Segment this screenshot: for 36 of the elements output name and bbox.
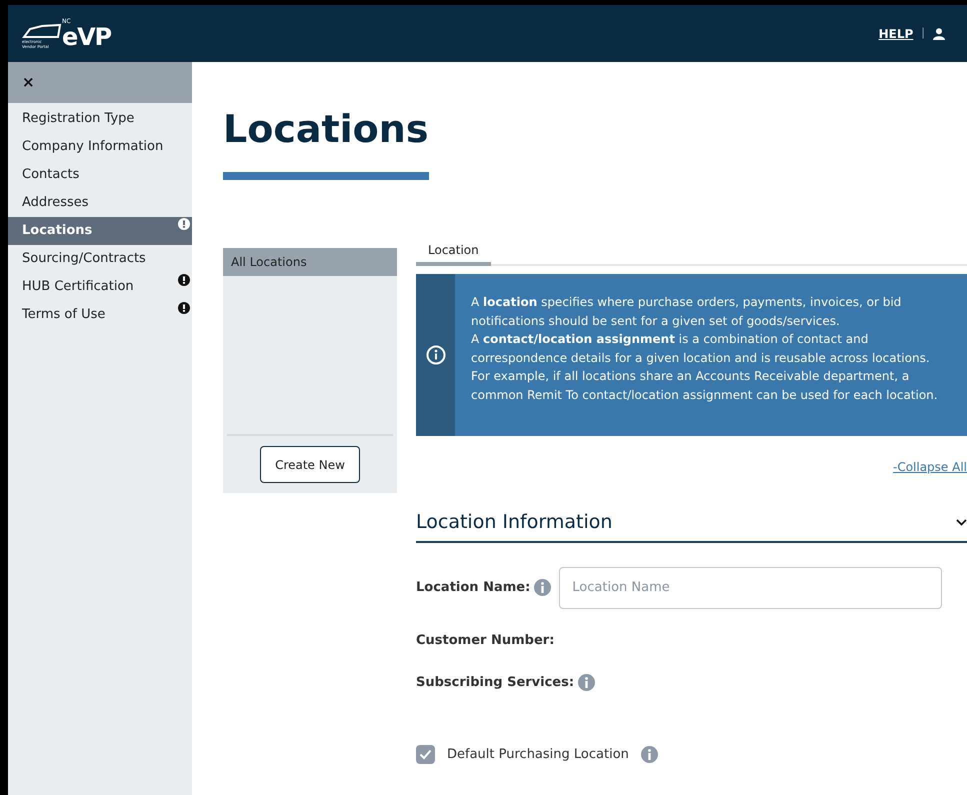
close-button[interactable]: × xyxy=(8,62,192,103)
sidebar-item[interactable]: HUB Certification xyxy=(8,273,192,301)
info-icon[interactable] xyxy=(534,579,552,596)
create-new-button[interactable]: Create New xyxy=(260,446,360,483)
alert-icon xyxy=(178,302,190,314)
sidebar-item[interactable]: Registration Type xyxy=(8,105,192,133)
sidebar-item[interactable]: Contacts xyxy=(8,161,192,189)
sidebar-item[interactable]: Sourcing/Contracts xyxy=(8,245,192,273)
user-icon[interactable] xyxy=(933,28,945,40)
field-label: Location Name: xyxy=(416,578,530,597)
logo-mark: eVP xyxy=(62,25,111,49)
alert-icon xyxy=(178,274,190,286)
info-text: A contact/location assignment is a combination of contact and correspondence details for a given location and is reusable across locations. For example, if all locations share an Accounts Receivable department, a common Remit To contact/location assignment can be used for each location. xyxy=(471,331,939,404)
info-icon[interactable] xyxy=(640,746,658,762)
help-link[interactable]: HELP xyxy=(878,24,914,42)
info-icon xyxy=(426,345,446,365)
panel-header: All Locations xyxy=(223,248,397,276)
tab[interactable]: Location xyxy=(416,238,491,266)
field-label: Subscribing Services: xyxy=(416,674,574,692)
alert-icon xyxy=(178,218,190,230)
checkbox[interactable] xyxy=(416,745,435,764)
info-text: A location specifies where purchase orders, payments, invoices, or bid notifications should be sent for a given set of goods/services. xyxy=(471,294,902,330)
check-icon xyxy=(419,749,432,760)
separator: | xyxy=(921,25,925,42)
sidebar-item[interactable]: Company Information xyxy=(8,133,192,161)
checkbox-label: Default Purchasing Location xyxy=(447,746,629,764)
page-title: Locations xyxy=(223,110,430,148)
sidebar-item[interactable]: Locations xyxy=(8,217,192,245)
section-header[interactable]: Location Information xyxy=(416,508,967,542)
info-icon[interactable] xyxy=(578,674,596,691)
state-outline-icon xyxy=(22,23,62,39)
sidebar-item[interactable]: Terms of Use xyxy=(8,301,192,329)
collapse-all-link[interactable]: -Collapse All xyxy=(892,458,967,476)
field-label: Customer Number: xyxy=(416,632,554,650)
location-name-field[interactable]: Location Name xyxy=(559,566,942,608)
sidebar-item[interactable]: Addresses xyxy=(8,189,192,217)
